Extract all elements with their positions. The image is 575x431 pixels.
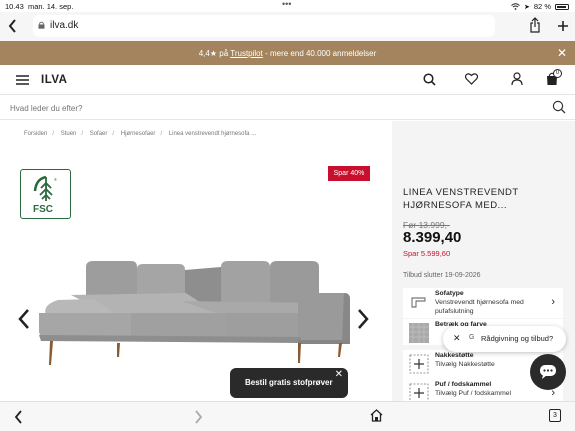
savings-text: Spar 5.599,60 <box>403 249 451 258</box>
status-bar: 10.43 man. 14. sep. ••• ➤ 82 % <box>0 0 575 12</box>
location-icon: ➤ <box>524 3 530 11</box>
battery-icon <box>555 3 569 10</box>
trustpilot-banner: 4,4★ på Trustpilot - mere end 40.000 anm… <box>0 41 575 65</box>
share-icon[interactable] <box>529 17 541 33</box>
option-sofatype[interactable]: Sofatype Venstrevendt hjørnesofa med puf… <box>403 288 563 318</box>
fabric-swatch-icon <box>409 323 429 343</box>
sofa-type-icon <box>411 297 426 308</box>
cta-close-icon[interactable]: ✕ <box>335 369 343 380</box>
ilva-logo[interactable]: ILVA <box>41 74 68 86</box>
breadcrumb-item: Linea venstrevendt hjørnesofa ... <box>168 131 257 137</box>
banner-message[interactable]: 4,4★ på Trustpilot - mere end 40.000 anm… <box>0 49 575 58</box>
browser-bottom-toolbar: 3 <box>0 401 575 431</box>
back-chevron-icon[interactable] <box>8 19 17 33</box>
chat-bubble-icon <box>540 365 556 379</box>
fsc-logo: ® FSC <box>20 169 71 219</box>
url-field[interactable]: ilva.dk <box>33 15 495 37</box>
fsc-tree-icon: ® <box>33 175 57 201</box>
svg-text:®: ® <box>54 177 57 182</box>
hamburger-menu-icon[interactable] <box>16 75 29 85</box>
trustpilot-link[interactable]: Trustpilot <box>230 49 263 58</box>
tabs-count-button[interactable]: 3 <box>549 409 561 422</box>
chat-popup-label: Rådgivning og tilbud? <box>481 334 554 343</box>
plus-icon <box>409 383 429 403</box>
search-input[interactable] <box>10 101 530 115</box>
site-header: ILVA 0 <box>0 65 575 95</box>
order-fabric-samples-button[interactable]: Bestil gratis stofprøver ✕ <box>230 368 348 398</box>
wifi-icon <box>511 3 520 10</box>
search-bar <box>0 96 575 120</box>
forward-chevron-icon[interactable] <box>194 410 203 424</box>
back-chevron-icon[interactable] <box>14 410 23 424</box>
chat-button[interactable] <box>530 354 566 390</box>
breadcrumb-item[interactable]: Hjørnesofaer <box>121 131 156 137</box>
banner-close-button[interactable]: ✕ <box>557 46 567 60</box>
cart-count-badge: 0 <box>553 69 562 78</box>
breadcrumb-item[interactable]: Forsiden <box>24 131 47 137</box>
chat-g-icon: G <box>469 334 475 341</box>
plus-icon <box>409 354 429 374</box>
breadcrumb-item[interactable]: Stuen <box>61 131 77 137</box>
discount-badge: Spar 40% <box>328 166 370 181</box>
status-time: 10.43 man. 14. sep. <box>5 2 74 11</box>
url-text: ilva.dk <box>50 20 79 31</box>
current-price: 8.399,40 <box>403 229 462 246</box>
browser-toolbar: ilva.dk <box>0 12 575 41</box>
lock-icon <box>38 21 45 29</box>
search-icon[interactable] <box>423 73 436 86</box>
prev-image-arrow-icon[interactable] <box>18 309 30 335</box>
battery-percent: 82 % <box>533 2 551 11</box>
sofa-product-image[interactable] <box>36 255 356 370</box>
user-account-icon[interactable] <box>511 72 523 86</box>
cta-label: Bestil gratis stofprøver <box>245 378 333 387</box>
breadcrumb-item[interactable]: Sofaer <box>90 131 108 137</box>
multitasking-dots-icon[interactable]: ••• <box>282 0 291 9</box>
next-image-arrow-icon[interactable] <box>357 309 369 335</box>
fsc-text: FSC <box>33 204 53 215</box>
offer-end-text: Tilbud slutter 19-09-2026 <box>403 272 481 279</box>
product-title: LINEA VENSTREVENDT HJØRNESOFA MED... <box>403 187 519 211</box>
chat-advice-popup[interactable]: ✕ G Rådgivning og tilbud? <box>443 326 566 352</box>
new-tab-plus-icon[interactable] <box>557 20 569 32</box>
chevron-right-icon: › <box>551 296 555 308</box>
chat-popup-close-icon[interactable]: ✕ <box>453 333 461 344</box>
home-icon[interactable] <box>370 409 383 422</box>
search-icon[interactable] <box>552 100 566 114</box>
breadcrumb: Forsiden / Stuen / Sofaer / Hjørnesofaer / L… <box>24 131 257 137</box>
heart-wishlist-icon[interactable] <box>465 73 478 85</box>
